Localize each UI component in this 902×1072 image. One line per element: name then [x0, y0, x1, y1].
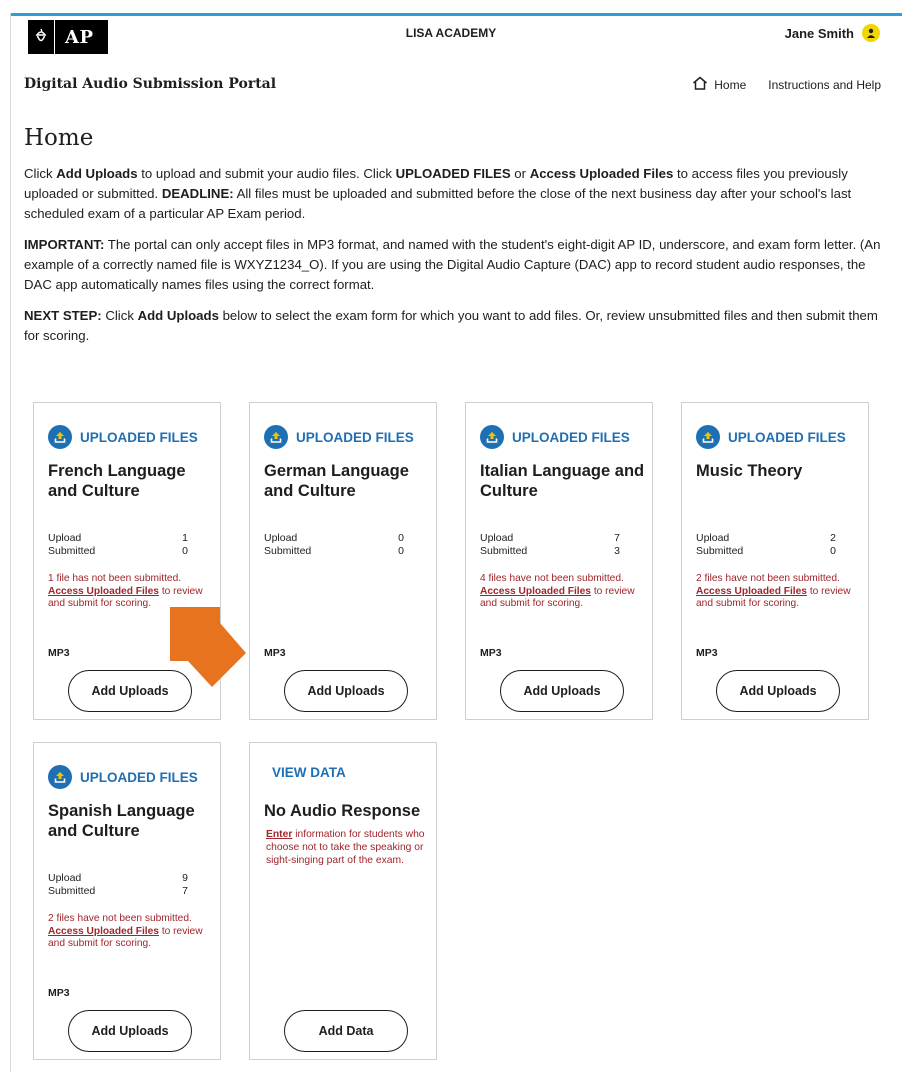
file-format: MP3	[480, 647, 502, 659]
exam-card-music-theory: UPLOADED FILES Music Theory Upload 2 Subm…	[681, 402, 869, 720]
uploaded-files-label: UPLOADED FILES	[80, 429, 198, 445]
page-title: Home	[24, 125, 94, 151]
enter-link[interactable]: Enter	[266, 829, 292, 840]
user-menu[interactable]: Jane Smith	[785, 24, 880, 42]
uploaded-files-link[interactable]: UPLOADED FILES	[480, 425, 630, 449]
upload-label: Upload	[480, 532, 514, 544]
file-stats: Upload 7 Submitted 3	[480, 532, 620, 558]
no-audio-title: No Audio Response	[264, 802, 421, 820]
upload-circle-icon	[48, 425, 72, 449]
exam-title: French Language and Culture	[48, 462, 186, 500]
file-format: MP3	[48, 647, 70, 659]
uploaded-files-link[interactable]: UPLOADED FILES	[264, 425, 414, 449]
submitted-count: 0	[398, 545, 404, 557]
upload-count: 0	[398, 532, 404, 544]
add-uploads-button[interactable]: Add Uploads	[500, 670, 624, 712]
intro-text: Click Add Uploads to upload and submit y…	[24, 164, 892, 357]
submitted-label: Submitted	[696, 545, 744, 557]
file-format: MP3	[48, 987, 70, 999]
access-uploaded-files-link[interactable]: Access Uploaded Files	[480, 586, 591, 597]
upload-count: 9	[182, 872, 188, 884]
submitted-count: 0	[182, 545, 188, 557]
upload-count: 1	[182, 532, 188, 544]
add-uploads-button[interactable]: Add Uploads	[68, 1010, 192, 1052]
user-name: Jane Smith	[784, 25, 854, 41]
unsubmitted-warning: 4 files have not been submitted. Access …	[480, 573, 635, 609]
page-frame: AP LISA ACADEMY Jane Smith Digital Audio…	[0, 0, 902, 1072]
upload-circle-icon	[264, 425, 288, 449]
add-data-button[interactable]: Add Data	[284, 1010, 408, 1052]
uploaded-files-label: UPLOADED FILES	[80, 769, 198, 785]
file-stats: Upload 0 Submitted 0	[264, 532, 404, 558]
unsubmitted-warning: 2 files have not been submitted. Access …	[48, 913, 203, 949]
submitted-label: Submitted	[48, 545, 96, 557]
view-data-link[interactable]: VIEW DATA	[264, 765, 346, 780]
exam-title: Spanish Language and Culture	[48, 802, 195, 840]
submitted-label: Submitted	[264, 545, 312, 557]
nav-home-label: Home	[714, 77, 747, 92]
uploaded-files-label: UPLOADED FILES	[512, 429, 630, 445]
left-border	[10, 13, 11, 1072]
exam-title: German Language and Culture	[264, 462, 409, 500]
nav-home[interactable]: Home	[692, 76, 746, 93]
no-audio-description: Enter information for students who choos…	[266, 829, 425, 866]
intro-paragraph-1: Click Add Uploads to upload and submit y…	[24, 166, 852, 221]
unsubmitted-warning: 2 files have not been submitted. Access …	[696, 573, 851, 609]
top-accent-line	[10, 13, 902, 16]
no-audio-card: VIEW DATA No Audio Response Enter inform…	[249, 742, 437, 1060]
nav-help[interactable]: Instructions and Help	[768, 78, 881, 92]
home-icon	[692, 76, 708, 93]
submitted-label: Submitted	[48, 885, 96, 897]
exam-card-spanish: UPLOADED FILES Spanish Language and Cult…	[33, 742, 221, 1060]
upload-circle-icon	[48, 765, 72, 789]
submitted-count: 0	[830, 545, 836, 557]
intro-paragraph-3: NEXT STEP: Click Add Uploads below to se…	[24, 308, 878, 343]
upload-count: 2	[830, 532, 836, 544]
add-uploads-button[interactable]: Add Uploads	[716, 670, 840, 712]
portal-title: Digital Audio Submission Portal	[24, 76, 277, 92]
upload-label: Upload	[48, 872, 82, 884]
exam-card-german: UPLOADED FILES German Language and Cultu…	[249, 402, 437, 720]
upload-label: Upload	[48, 532, 82, 544]
uploaded-files-label: UPLOADED FILES	[296, 429, 414, 445]
school-name: LISA ACADEMY	[405, 26, 497, 40]
uploaded-files-label: UPLOADED FILES	[728, 429, 846, 445]
exam-title: Italian Language and Culture	[480, 462, 645, 500]
user-icon	[862, 24, 880, 42]
exam-title: Music Theory	[696, 462, 803, 480]
upload-count: 7	[614, 532, 620, 544]
upload-circle-icon	[696, 425, 720, 449]
exam-card-italian: UPLOADED FILES Italian Language and Cult…	[465, 402, 653, 720]
submitted-count: 3	[614, 545, 620, 557]
upload-label: Upload	[264, 532, 298, 544]
add-uploads-button[interactable]: Add Uploads	[284, 670, 408, 712]
file-stats: Upload 9 Submitted 7	[48, 872, 188, 898]
access-uploaded-files-link[interactable]: Access Uploaded Files	[48, 926, 159, 937]
submitted-label: Submitted	[480, 545, 528, 557]
upload-circle-icon	[480, 425, 504, 449]
top-nav: Home Instructions and Help	[692, 76, 881, 93]
access-uploaded-files-link[interactable]: Access Uploaded Files	[48, 586, 159, 597]
uploaded-files-link[interactable]: UPLOADED FILES	[48, 425, 198, 449]
file-stats: Upload 1 Submitted 0	[48, 532, 188, 558]
view-data-label: VIEW DATA	[272, 765, 346, 780]
intro-paragraph-2: IMPORTANT: The portal can only accept fi…	[24, 237, 881, 292]
access-uploaded-files-link[interactable]: Access Uploaded Files	[696, 586, 807, 597]
file-format: MP3	[696, 647, 718, 659]
uploaded-files-link[interactable]: UPLOADED FILES	[696, 425, 846, 449]
uploaded-files-link[interactable]: UPLOADED FILES	[48, 765, 198, 789]
submitted-count: 7	[182, 885, 188, 897]
upload-label: Upload	[696, 532, 730, 544]
file-stats: Upload 2 Submitted 0	[696, 532, 836, 558]
file-format: MP3	[264, 647, 286, 659]
orange-arrow-icon	[162, 603, 250, 694]
